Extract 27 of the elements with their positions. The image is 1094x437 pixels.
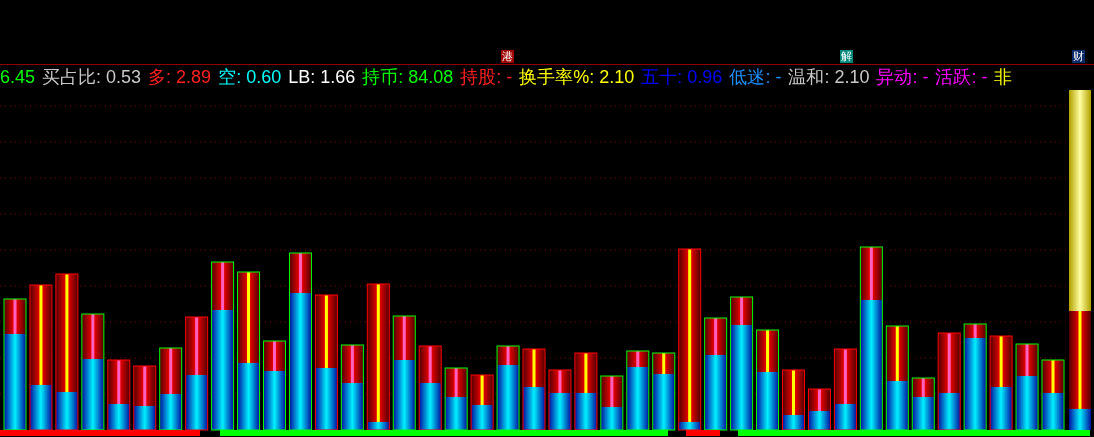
indicator-text: 多: 2.89 xyxy=(148,65,212,88)
event-tag[interactable]: 财 xyxy=(1072,50,1085,63)
indicator-text: 持币: 84.08 xyxy=(362,65,454,88)
volume-bar xyxy=(600,375,624,431)
indicator-text: 换手率%: 2.10 xyxy=(519,65,635,88)
indicator-text: 持股: - xyxy=(460,65,513,88)
volume-bar xyxy=(807,388,831,431)
event-tag[interactable]: 港 xyxy=(501,50,514,63)
volume-bar xyxy=(548,369,572,431)
volume-bar xyxy=(107,359,131,431)
indicator-text: 空: 0.60 xyxy=(218,65,282,88)
indicator-text: 非 xyxy=(994,65,1013,88)
volume-bar xyxy=(1041,359,1065,431)
indicator-text: 买占比: 0.53 xyxy=(42,65,142,88)
volume-bar xyxy=(444,367,468,431)
event-tag[interactable]: 解 xyxy=(840,50,853,63)
volume-bar xyxy=(133,365,157,431)
indicator-text: 五十: 0.96 xyxy=(641,65,723,88)
volume-bar xyxy=(911,377,935,431)
indicator-text: 6.45 xyxy=(0,65,36,88)
volume-bar xyxy=(782,369,805,431)
volume-bar xyxy=(470,374,494,431)
indicator-text: 低迷: - xyxy=(729,65,782,88)
indicator-text: 活跃: - xyxy=(935,65,988,88)
indicator-text: LB: 1.66 xyxy=(288,65,356,88)
indicator-text: 温和: 2.10 xyxy=(788,65,870,88)
indicator-text: 异动: - xyxy=(876,65,929,88)
